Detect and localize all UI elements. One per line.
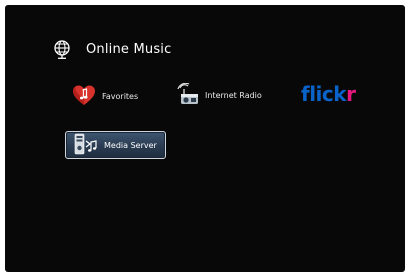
media-server-button[interactable]: Media Server (65, 131, 166, 159)
online-music-screen: Online Music Favorites Internet Radio fl… (5, 5, 405, 272)
radio-tower-icon (177, 82, 199, 107)
heart-music-icon (72, 85, 96, 108)
internet-radio-label: Internet Radio (205, 90, 262, 100)
media-server-icon (74, 133, 98, 157)
favorites-item[interactable]: Favorites (72, 85, 138, 108)
globe-icon (52, 39, 72, 59)
screen-header: Online Music (52, 38, 171, 60)
media-server-label: Media Server (104, 140, 157, 150)
internet-radio-item[interactable]: Internet Radio (177, 82, 262, 107)
flickr-logo-text: flick (301, 82, 347, 106)
flickr-logo[interactable]: flick r (301, 82, 356, 106)
favorites-label: Favorites (102, 92, 139, 101)
flickr-logo-r: r (346, 82, 356, 106)
page-title: Online Music (86, 41, 172, 57)
